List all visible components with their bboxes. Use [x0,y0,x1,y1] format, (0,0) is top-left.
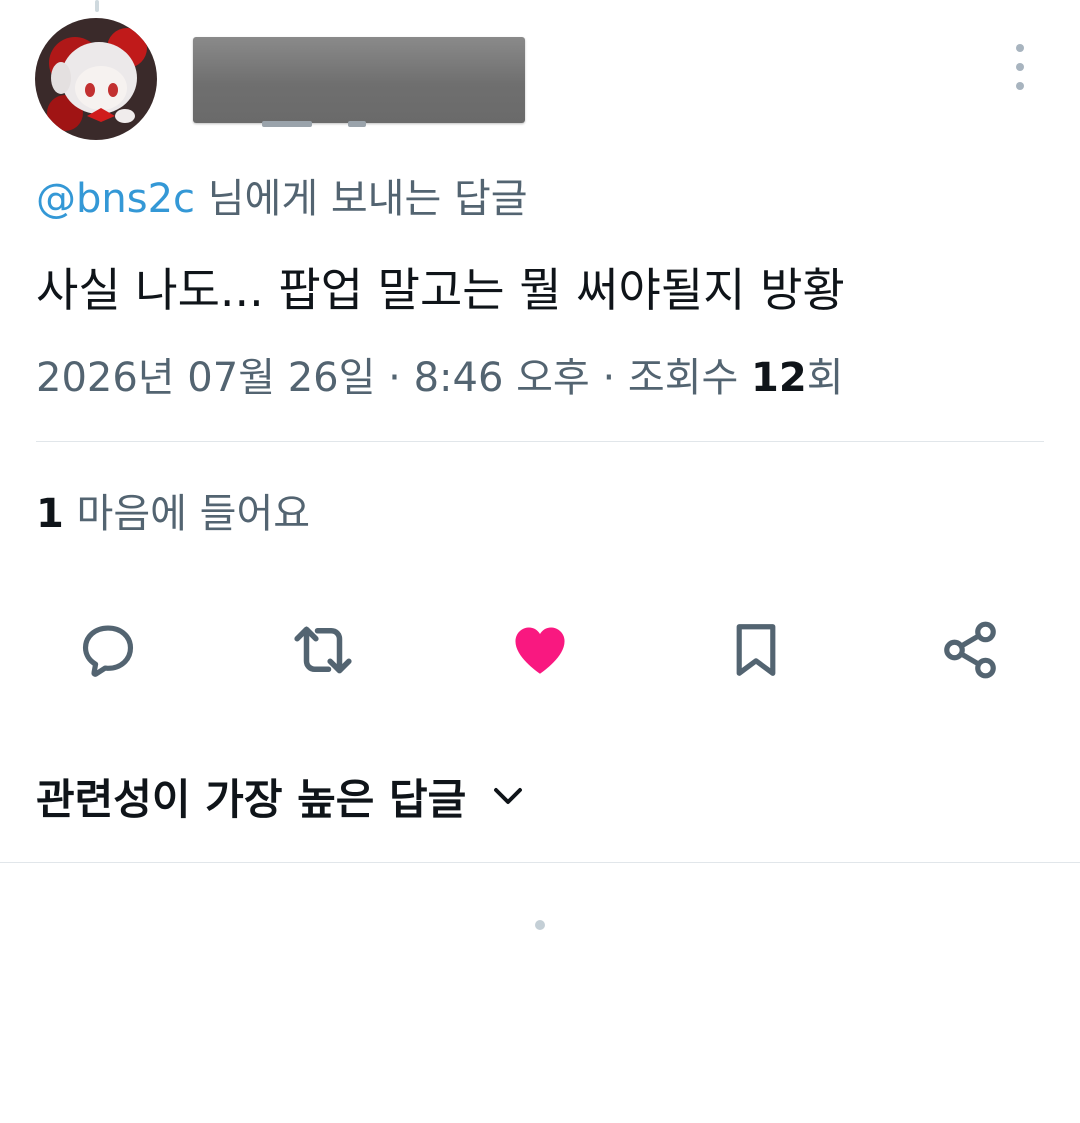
meta-separator: · [589,355,628,401]
reply-to-handle[interactable]: @bns2c [36,176,195,222]
divider [36,441,1044,442]
reply-sort-label: 관련성이 가장 높은 답글 [36,774,467,824]
redacted-residue [262,121,312,127]
share-button[interactable] [925,605,1015,695]
meta-separator: · [375,355,414,401]
divider [0,862,1080,863]
bookmark-button[interactable] [711,605,801,695]
tweet-time: 8:46 오후 [413,355,590,401]
redacted-username [193,37,525,123]
reply-sort-dropdown[interactable]: 관련성이 가장 높은 답글 [36,766,528,826]
redacted-residue [348,121,366,127]
likes-summary[interactable]: 1 마음에 들어요 [36,487,310,541]
bookmark-icon [736,624,776,676]
tweet-text: 사실 나도... 팝업 말고는 뭘 써야될지 방황 [36,263,845,317]
tweet-date: 2026년 07월 26일 [36,355,376,401]
likes-count: 1 [36,491,64,537]
views-prefix: 조회수 [627,355,752,401]
thread-connector-line [95,0,99,12]
more-options-icon[interactable] [1000,44,1040,90]
reply-to-suffix: 님에게 보내는 답글 [195,176,528,222]
share-icon [944,621,996,679]
reply-button[interactable] [63,605,153,695]
loading-indicator [535,920,545,930]
reply-context: @bns2c 님에게 보내는 답글 [36,172,528,226]
like-button[interactable] [495,605,585,695]
views-count: 12 [751,355,807,401]
avatar[interactable] [35,18,157,140]
tweet-metadata: 2026년 07월 26일 · 8:46 오후 · 조회수 12회 [36,351,844,405]
likes-label: 마음에 들어요 [63,491,311,537]
avatar-image [35,18,157,140]
heart-icon [515,627,565,674]
reply-icon [82,625,134,677]
chevron-down-icon [488,776,528,816]
retweet-icon [294,626,352,674]
retweet-button[interactable] [278,605,368,695]
views-suffix: 회 [806,355,844,401]
action-bar [0,605,1080,695]
